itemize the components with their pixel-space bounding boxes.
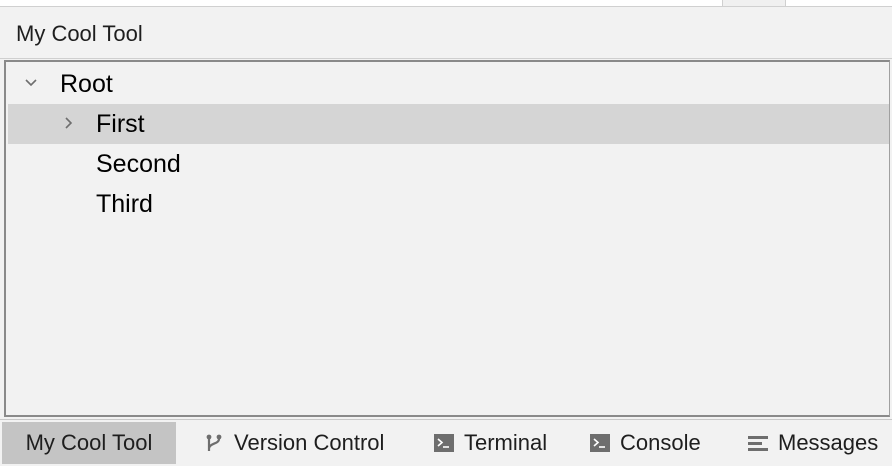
tool-tab-version-control[interactable]: Version Control — [204, 422, 384, 464]
tool-tab-messages[interactable]: Messages — [748, 422, 878, 464]
tool-tab-label: Version Control — [234, 430, 385, 455]
tree-node-second[interactable]: Second — [8, 144, 889, 184]
chevron-right-icon[interactable] — [62, 116, 76, 130]
chevron-down-icon[interactable] — [24, 76, 38, 90]
tool-window-title: My Cool Tool — [16, 21, 143, 46]
terminal-icon — [434, 434, 454, 452]
tree-node-root[interactable]: Root — [8, 64, 889, 104]
tool-tab-my-cool-tool[interactable]: My Cool Tool — [2, 422, 176, 464]
tree-node-label: Root — [60, 70, 113, 98]
tool-tab-label: Console — [620, 430, 701, 455]
console-icon — [590, 434, 610, 452]
tool-window-header: My Cool Tool — [0, 7, 892, 59]
tree-node-third[interactable]: Third — [8, 184, 889, 224]
tool-tab-console[interactable]: Console — [590, 422, 701, 464]
messages-icon — [748, 436, 768, 451]
branch-icon — [206, 434, 222, 451]
tool-tab-terminal[interactable]: Terminal — [434, 422, 547, 464]
tool-tab-label: Messages — [778, 430, 879, 455]
tree-view[interactable]: Root First Second Third — [4, 60, 890, 417]
ide-window: My Cool Tool Root First Second Third My … — [0, 0, 892, 466]
tool-window-bar: My Cool Tool Version Control Terminal Co… — [0, 419, 892, 466]
tool-tab-label: Terminal — [464, 430, 548, 455]
tree-node-label: Third — [96, 190, 153, 218]
tree-node-label: First — [96, 110, 145, 138]
tree-node-label: Second — [96, 150, 181, 178]
tool-tab-label: My Cool Tool — [25, 430, 153, 455]
tree-node-first[interactable]: First — [8, 104, 889, 144]
editor-area-edge — [0, 0, 892, 7]
editor-tab-stub[interactable] — [722, 0, 786, 6]
